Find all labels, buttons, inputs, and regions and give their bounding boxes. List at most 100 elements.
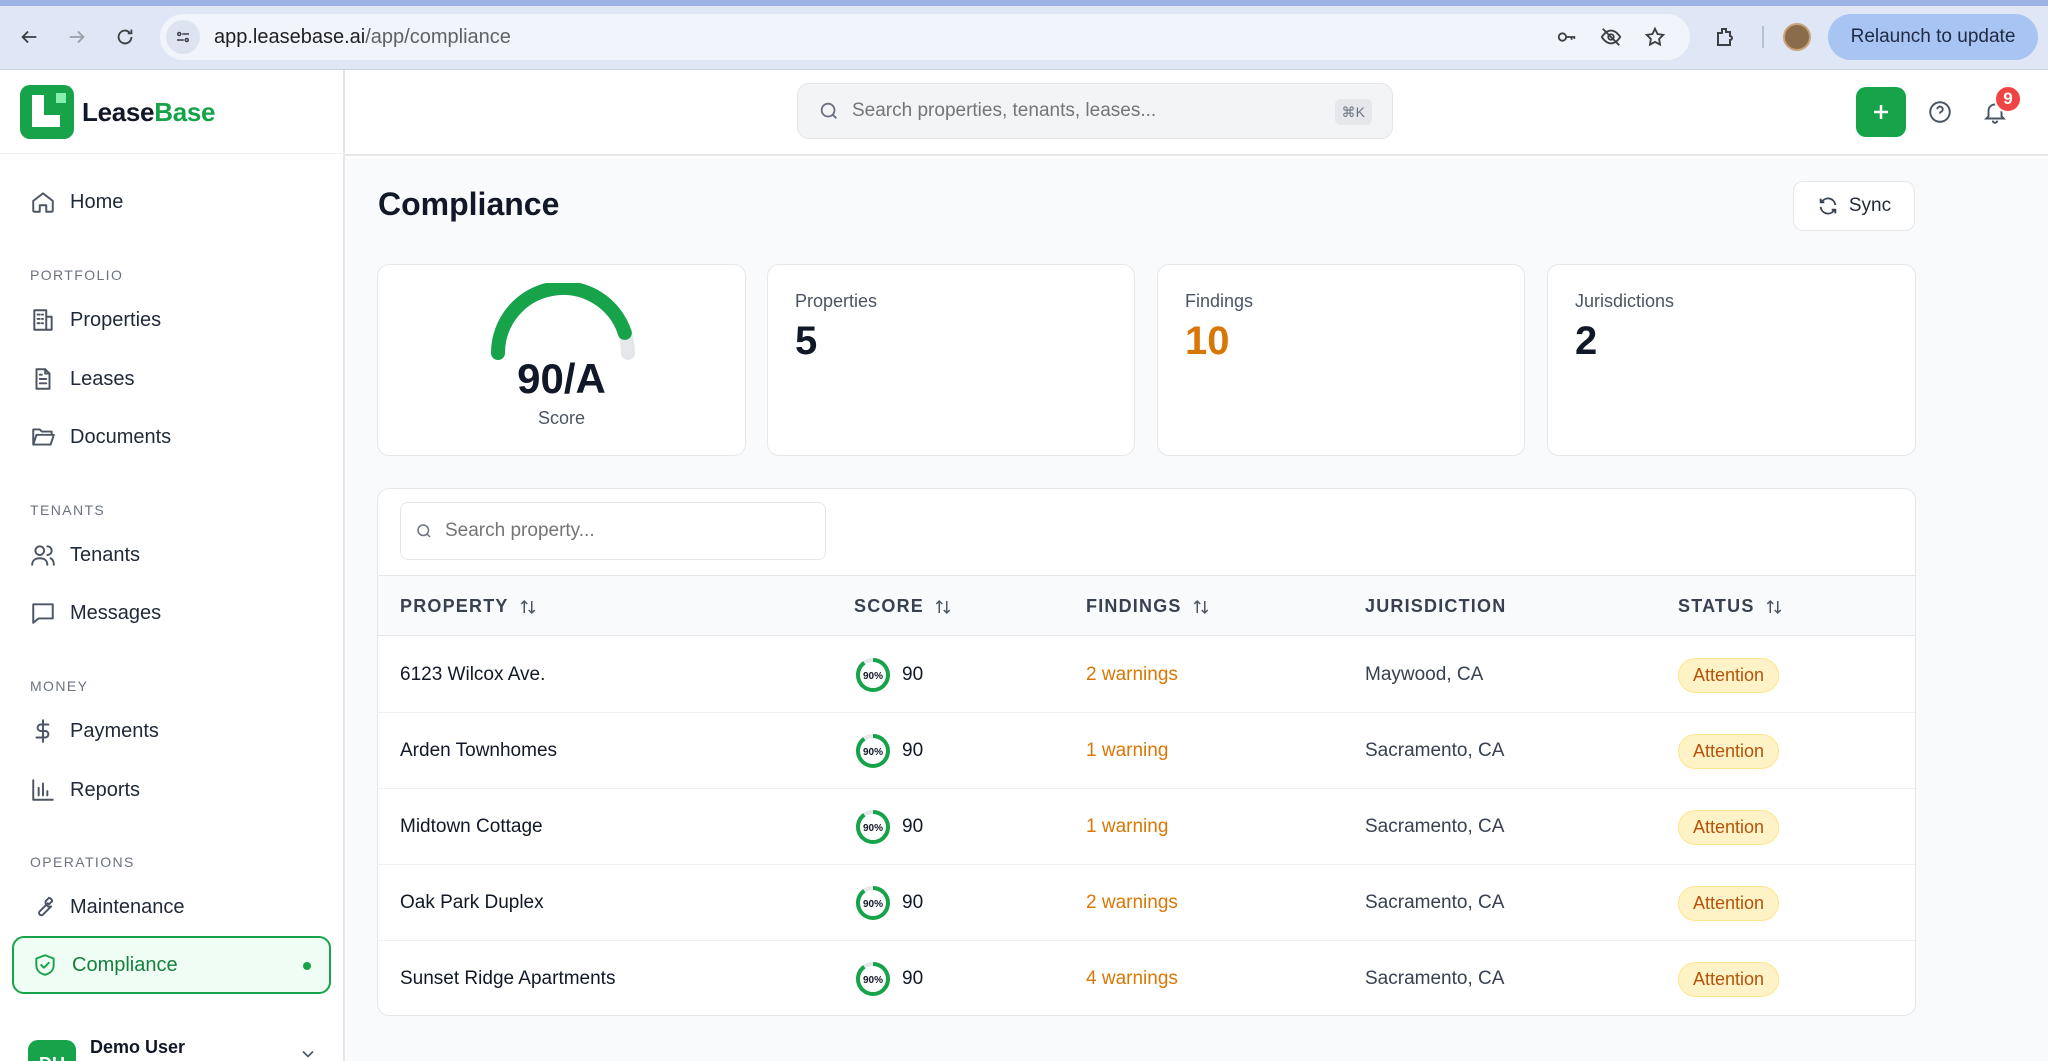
building-icon — [33, 309, 53, 331]
user-menu[interactable]: DU Demo User — [28, 1030, 328, 1061]
cell-property[interactable]: Sunset Ridge Apartments — [400, 941, 615, 1015]
sidebar-item-messages[interactable]: Messages — [12, 586, 331, 640]
cell-findings[interactable]: 2 warnings — [1086, 637, 1178, 713]
score-label: Score — [537, 408, 586, 428]
cell-score: 90% 90 — [854, 941, 924, 1015]
cell-findings[interactable]: 1 warning — [1086, 789, 1168, 865]
table-row[interactable]: 6123 Wilcox Ave. 90% 90 2 warnings Maywood, … — [378, 637, 1915, 713]
score-value: 90 — [902, 664, 924, 685]
property-name: Midtown Cottage — [400, 816, 543, 837]
cell-findings[interactable]: 1 warning — [1086, 713, 1168, 789]
sidebar-item-compliance[interactable]: Compliance — [12, 936, 331, 994]
table-row[interactable]: Oak Park Duplex 90% 90 2 warnings Sacramento… — [378, 865, 1915, 941]
shortcut-hint: ⌘K — [1334, 99, 1372, 125]
global-search[interactable]: ⌘K — [797, 83, 1393, 139]
wrench-icon — [38, 896, 54, 917]
score-ring: 90% — [856, 658, 890, 692]
cell-jurisdiction: Sacramento, CA — [1365, 941, 1505, 1015]
users-icon — [31, 545, 55, 566]
sidebar-item-properties[interactable]: Properties — [12, 293, 331, 347]
sidebar-item-home[interactable]: Home — [12, 175, 331, 229]
profile-avatar[interactable] — [1783, 23, 1811, 51]
property-search-input[interactable] — [445, 520, 805, 542]
global-search-input[interactable] — [852, 100, 1312, 122]
cell-findings[interactable]: 4 warnings — [1086, 941, 1178, 1015]
sidebar-item-label: Messages — [70, 601, 162, 624]
sidebar-item-leases[interactable]: Leases — [12, 352, 331, 406]
score-ring: 90% — [856, 886, 890, 920]
message-square-icon — [32, 603, 54, 624]
cell-status: Attention — [1678, 865, 1780, 941]
extensions-icon[interactable] — [1708, 20, 1742, 54]
cell-findings[interactable]: 2 warnings — [1086, 865, 1178, 941]
eye-off-icon[interactable] — [1594, 20, 1628, 54]
header-score[interactable]: SCORE — [854, 576, 952, 637]
cell-property[interactable]: Arden Townhomes — [400, 713, 557, 789]
cell-status: Attention — [1678, 941, 1780, 1015]
findings-label: Findings — [1185, 291, 1254, 311]
cell-score: 90% 90 — [854, 865, 923, 941]
url-path: /app/compliance — [365, 25, 511, 48]
cell-property[interactable]: Midtown Cottage — [400, 789, 543, 865]
property-search[interactable] — [400, 502, 826, 560]
notification-badge: 9 — [1994, 85, 2022, 113]
file-text-icon — [35, 368, 51, 390]
sidebar-item-label: Payments — [70, 719, 159, 742]
sync-button[interactable]: Sync — [1793, 181, 1915, 231]
sidebar-item-label: Compliance — [72, 953, 178, 976]
score-ring-label: 90% — [863, 899, 883, 910]
jurisdiction-text: Maywood, CA — [1365, 664, 1484, 685]
section-operations: OPERATIONS — [30, 854, 135, 870]
sidebar-item-documents[interactable]: Documents — [12, 410, 331, 464]
properties-value: 5 — [795, 319, 818, 363]
jurisdiction-text: Sacramento, CA — [1365, 968, 1505, 989]
search-icon — [417, 524, 431, 538]
relaunch-button[interactable]: Relaunch to update — [1828, 14, 2038, 60]
url-text: app.leasebase.ai/app/compliance — [214, 26, 511, 49]
jurisdiction-text: Sacramento, CA — [1365, 892, 1505, 913]
score-value: 90 — [902, 740, 924, 761]
score-value: 90 — [902, 968, 924, 989]
back-icon[interactable] — [12, 20, 46, 54]
forward-icon[interactable] — [60, 20, 94, 54]
cell-property[interactable]: 6123 Wilcox Ave. — [400, 637, 545, 713]
user-name: Demo User — [90, 1036, 186, 1057]
header-jurisdiction: JURISDICTION — [1365, 576, 1506, 637]
property-name: Oak Park Duplex — [400, 892, 544, 913]
top-bar: ⌘K 9 — [345, 70, 2048, 156]
score-ring-label: 90% — [863, 671, 883, 682]
sidebar-item-payments[interactable]: Payments — [12, 704, 331, 758]
sort-icon — [520, 599, 535, 614]
header-findings[interactable]: FINDINGS — [1086, 576, 1210, 637]
key-icon[interactable] — [1550, 20, 1584, 54]
refresh-icon — [1819, 197, 1837, 215]
header-property[interactable]: PROPERTY — [400, 576, 537, 637]
bookmark-star-icon[interactable] — [1638, 20, 1672, 54]
reload-icon[interactable] — [108, 20, 142, 54]
sidebar-item-reports[interactable]: Reports — [12, 763, 331, 817]
score-ring: 90% — [856, 810, 890, 844]
sidebar-item-tenants[interactable]: Tenants — [12, 528, 331, 582]
table-row[interactable]: Sunset Ridge Apartments 90% 90 4 warnings Sa… — [378, 941, 1915, 1015]
address-bar[interactable]: app.leasebase.ai/app/compliance — [160, 14, 1690, 60]
cell-jurisdiction: Sacramento, CA — [1365, 789, 1504, 865]
findings-text: 1 warning — [1086, 740, 1169, 761]
url-host: app.leasebase.ai — [214, 25, 366, 48]
header-status[interactable]: STATUS — [1678, 576, 1783, 637]
main-content: Compliance Sync 90/A Score Properties 5 … — [345, 158, 2048, 1061]
sidebar-divider — [0, 153, 345, 154]
cell-property[interactable]: Oak Park Duplex — [400, 865, 544, 941]
sidebar-item-maintenance[interactable]: Maintenance — [12, 880, 331, 934]
property-name: 6123 Wilcox Ave. — [400, 664, 546, 685]
table-row[interactable]: Midtown Cottage 90% 90 1 warning Sacramento,… — [378, 789, 1915, 865]
help-button[interactable] — [1920, 92, 1960, 132]
brand-name-b: Base — [154, 96, 216, 127]
table-row[interactable]: Arden Townhomes 90% 90 1 warning Sacramento,… — [378, 713, 1915, 789]
score-gauge-fill — [491, 283, 632, 360]
add-button[interactable] — [1856, 87, 1906, 137]
sort-icon — [935, 599, 951, 614]
app-logo[interactable]: LeaseBase — [20, 85, 216, 139]
header-label: JURISDICTION — [1365, 596, 1507, 616]
site-info-icon[interactable] — [166, 20, 200, 54]
status-badge: Attention — [1678, 961, 1780, 997]
